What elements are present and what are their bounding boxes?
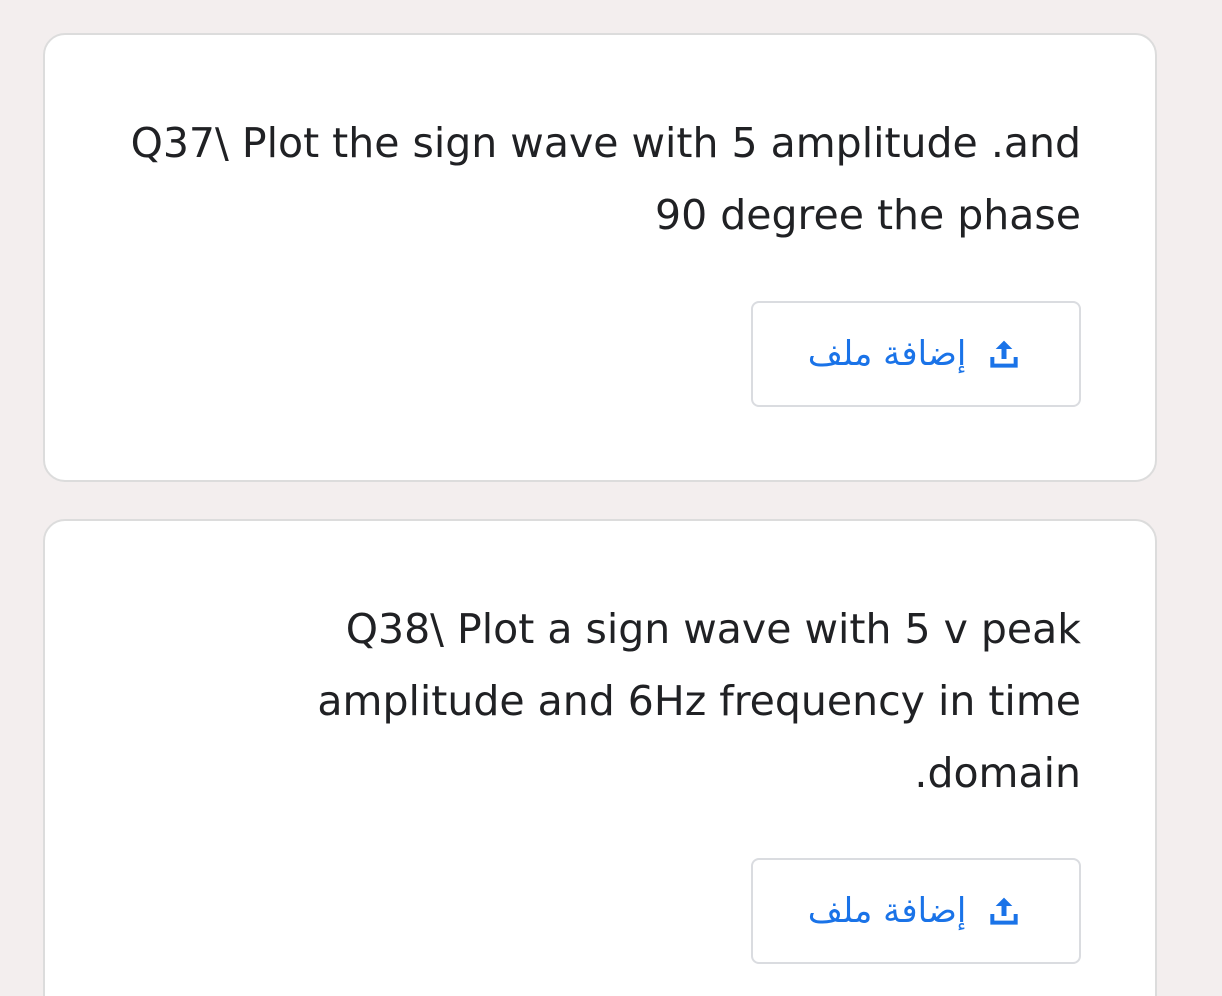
form-page: Q37\ Plot the sign wave with 5 amplitude… [0, 0, 1222, 996]
question-text: Q37\ Plot the sign wave with 5 amplitude… [130, 119, 1081, 239]
question-text: Q38\ Plot a sign wave with 5 v peak ampl… [317, 605, 1081, 797]
question-card-q37: Q37\ Plot the sign wave with 5 amplitude… [43, 33, 1157, 482]
add-file-button[interactable]: إضافة ملف [751, 858, 1081, 964]
upload-icon [984, 891, 1024, 931]
add-file-button[interactable]: إضافة ملف [751, 301, 1081, 407]
add-file-label: إضافة ملف [807, 891, 967, 931]
question-card-q38: Q38\ Plot a sign wave with 5 v peak ampl… [43, 519, 1157, 996]
upload-icon [984, 334, 1024, 374]
add-file-label: إضافة ملف [807, 334, 967, 374]
